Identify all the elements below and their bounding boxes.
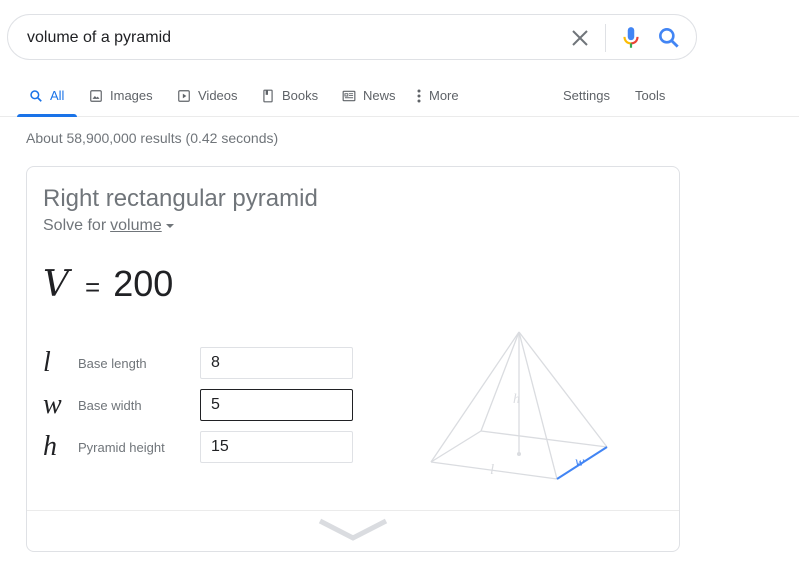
- searchbox-divider: [605, 24, 606, 52]
- base-length-input[interactable]: [200, 347, 353, 379]
- book-icon: [260, 88, 276, 104]
- play-icon: [176, 88, 192, 104]
- input-row-base-width: w Base width: [43, 389, 353, 421]
- more-vert-icon: [415, 88, 423, 104]
- length-label: l: [490, 462, 494, 478]
- variable-label: Base length: [78, 355, 147, 371]
- base-center-point: [517, 452, 521, 456]
- tools-button[interactable]: Tools: [635, 74, 665, 117]
- tab-label: Books: [282, 88, 319, 103]
- expand-card-button[interactable]: [317, 517, 389, 545]
- base-width-input[interactable]: [200, 389, 353, 421]
- tab-videos[interactable]: Videos: [175, 74, 239, 117]
- result-line: V = 200: [43, 263, 173, 305]
- variable-label: Base width: [78, 397, 142, 413]
- tab-books[interactable]: Books: [259, 74, 319, 117]
- search-box: [7, 14, 697, 60]
- voice-search-button[interactable]: [618, 25, 644, 51]
- tab-label: More: [429, 88, 459, 103]
- close-icon: [572, 30, 588, 46]
- pyramid-edge: [480, 331, 520, 432]
- caret-down-icon[interactable]: [165, 224, 174, 228]
- tab-all[interactable]: All: [16, 74, 79, 117]
- input-row-base-length: l Base length: [43, 347, 353, 379]
- search-icon: [28, 88, 44, 104]
- search-button[interactable]: [656, 25, 682, 51]
- settings-button[interactable]: Settings: [563, 74, 610, 117]
- search-icon: [659, 28, 679, 48]
- card-footer: [27, 510, 679, 552]
- equals-sign: =: [85, 272, 101, 302]
- base-edge-left: [430, 430, 482, 463]
- width-label: w: [575, 455, 585, 470]
- tab-label: News: [363, 88, 396, 103]
- tab-news[interactable]: News: [340, 74, 397, 117]
- search-tabs: All Images Videos Books News More Settin…: [0, 74, 799, 117]
- input-row-pyramid-height: h Pyramid height: [43, 431, 353, 463]
- tab-label: Images: [110, 88, 153, 103]
- tab-label: All: [50, 88, 65, 103]
- chevron-down-icon: [318, 518, 388, 541]
- variable-symbol: w: [43, 389, 62, 420]
- tab-label: Videos: [198, 88, 238, 103]
- result-variable: V: [43, 264, 69, 305]
- variable-label: Pyramid height: [78, 439, 165, 455]
- solve-for: Solve for volume: [43, 217, 174, 235]
- image-icon: [88, 88, 104, 104]
- microphone-icon: [623, 27, 639, 48]
- base-edge-back: [480, 430, 608, 448]
- pyramid-height-input[interactable]: [200, 431, 353, 463]
- variable-symbol: l: [43, 347, 51, 378]
- result-value: 200: [113, 263, 174, 304]
- result-stats: About 58,900,000 results (0.42 seconds): [26, 130, 279, 146]
- news-icon: [341, 88, 357, 104]
- pyramid-edge: [518, 331, 608, 448]
- pyramid-calculator-card: Right rectangular pyramid Solve for volu…: [26, 166, 680, 552]
- variable-symbol: h: [43, 431, 57, 462]
- pyramid-edge: [518, 331, 558, 480]
- tab-images[interactable]: Images: [87, 74, 154, 117]
- card-title: Right rectangular pyramid: [43, 185, 318, 212]
- pyramid-edge: [430, 331, 520, 463]
- height-label: h: [513, 392, 520, 407]
- search-input[interactable]: [27, 28, 547, 48]
- solve-for-label: Solve for: [43, 217, 107, 234]
- tab-more[interactable]: More: [414, 74, 460, 117]
- pyramid-diagram: h l w: [430, 331, 608, 480]
- solve-for-dropdown[interactable]: volume: [110, 217, 162, 235]
- clear-search-button[interactable]: [568, 26, 592, 50]
